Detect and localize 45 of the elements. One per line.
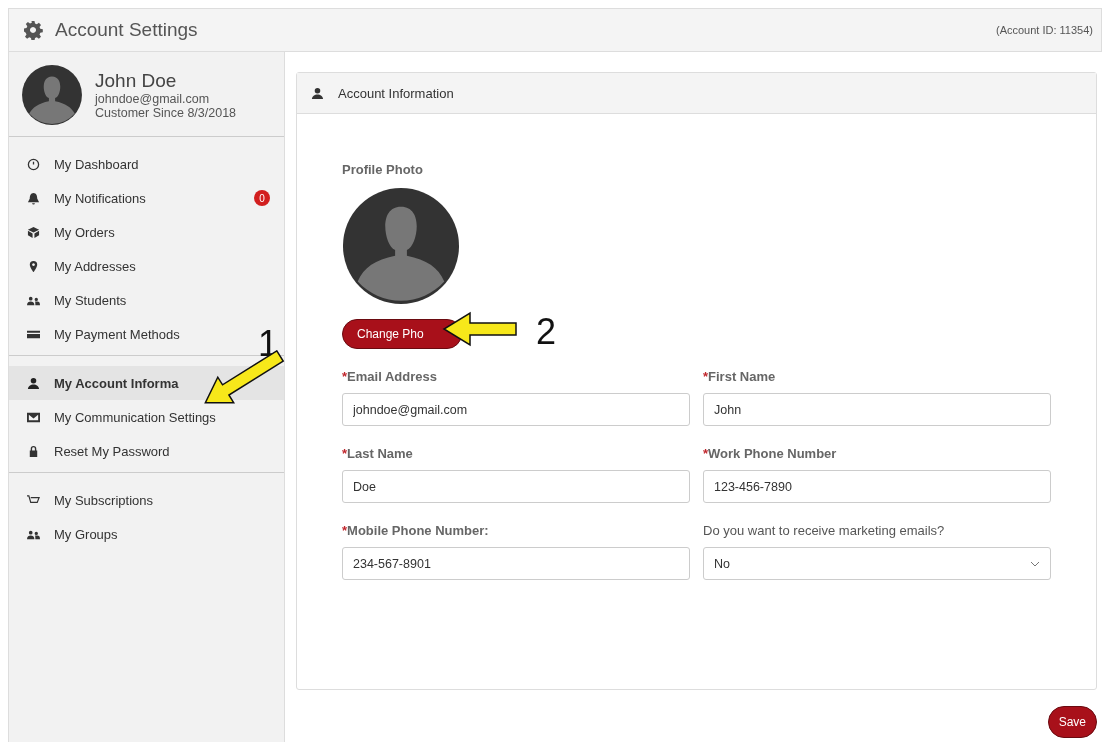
- chevron-icon: [1030, 560, 1040, 567]
- change-photo-button[interactable]: Change Pho: [342, 319, 462, 349]
- customer-since: Customer Since 8/3/2018: [95, 106, 237, 120]
- lock-icon: [27, 444, 40, 458]
- pin-icon: [27, 259, 40, 273]
- input-field[interactable]: John: [703, 393, 1051, 426]
- input-field[interactable]: Doe: [342, 470, 690, 503]
- input-field[interactable]: johndoe@gmail.com: [342, 393, 690, 426]
- settings-icon: [23, 20, 43, 40]
- panel-title: Account Information: [338, 85, 454, 101]
- person-icon: [311, 86, 324, 100]
- sidebar-item[interactable]: My Subscriptions: [9, 483, 254, 517]
- sidebar-item[interactable]: My Groups: [9, 517, 254, 551]
- avatar-icon: [21, 64, 83, 126]
- field-label: *Work Phone Number: [703, 446, 838, 461]
- sidebar-item[interactable]: My Addresses: [9, 249, 254, 283]
- sidebar-item[interactable]: My Payment Methods: [9, 317, 254, 351]
- sidebar-item[interactable]: My Students: [9, 283, 254, 317]
- sidebar-item[interactable]: My Notifications 0: [9, 181, 284, 215]
- sidebar-item[interactable]: My Orders: [9, 215, 254, 249]
- box-icon: [27, 225, 40, 239]
- bell-icon: [27, 191, 40, 205]
- annotation-number: 2: [536, 314, 557, 350]
- sidebar-item[interactable]: Reset My Password: [9, 434, 254, 468]
- notification-badge: 0: [254, 190, 270, 206]
- sidebar-item[interactable]: My Account Informa: [9, 366, 284, 400]
- input-field[interactable]: 234-567-8901: [342, 547, 690, 580]
- user-name: John Doe: [95, 70, 178, 92]
- field-label: Do you want to receive marketing emails?: [703, 523, 946, 538]
- field-label: *Mobile Phone Number:: [342, 523, 490, 538]
- page-title: Account Settings: [55, 19, 198, 41]
- account-id: (Account ID: 11354): [996, 24, 1093, 36]
- sidebar-item[interactable]: My Dashboard: [9, 147, 254, 181]
- mail-icon: [27, 410, 40, 424]
- person-icon: [27, 376, 40, 390]
- sidebar-item[interactable]: My Communication Settings: [9, 400, 254, 434]
- photo-label: Profile Photo: [342, 162, 423, 177]
- save-button[interactable]: Save: [1047, 706, 1097, 738]
- field-label: *First Name: [703, 369, 777, 384]
- user-email: johndoe@gmail.com: [95, 92, 211, 106]
- input-field[interactable]: 123-456-7890: [703, 470, 1051, 503]
- field-label: *Last Name: [342, 446, 414, 461]
- select-field[interactable]: No: [703, 547, 1051, 580]
- field-label: *Email Address: [342, 369, 438, 384]
- avatar-icon: [342, 187, 460, 305]
